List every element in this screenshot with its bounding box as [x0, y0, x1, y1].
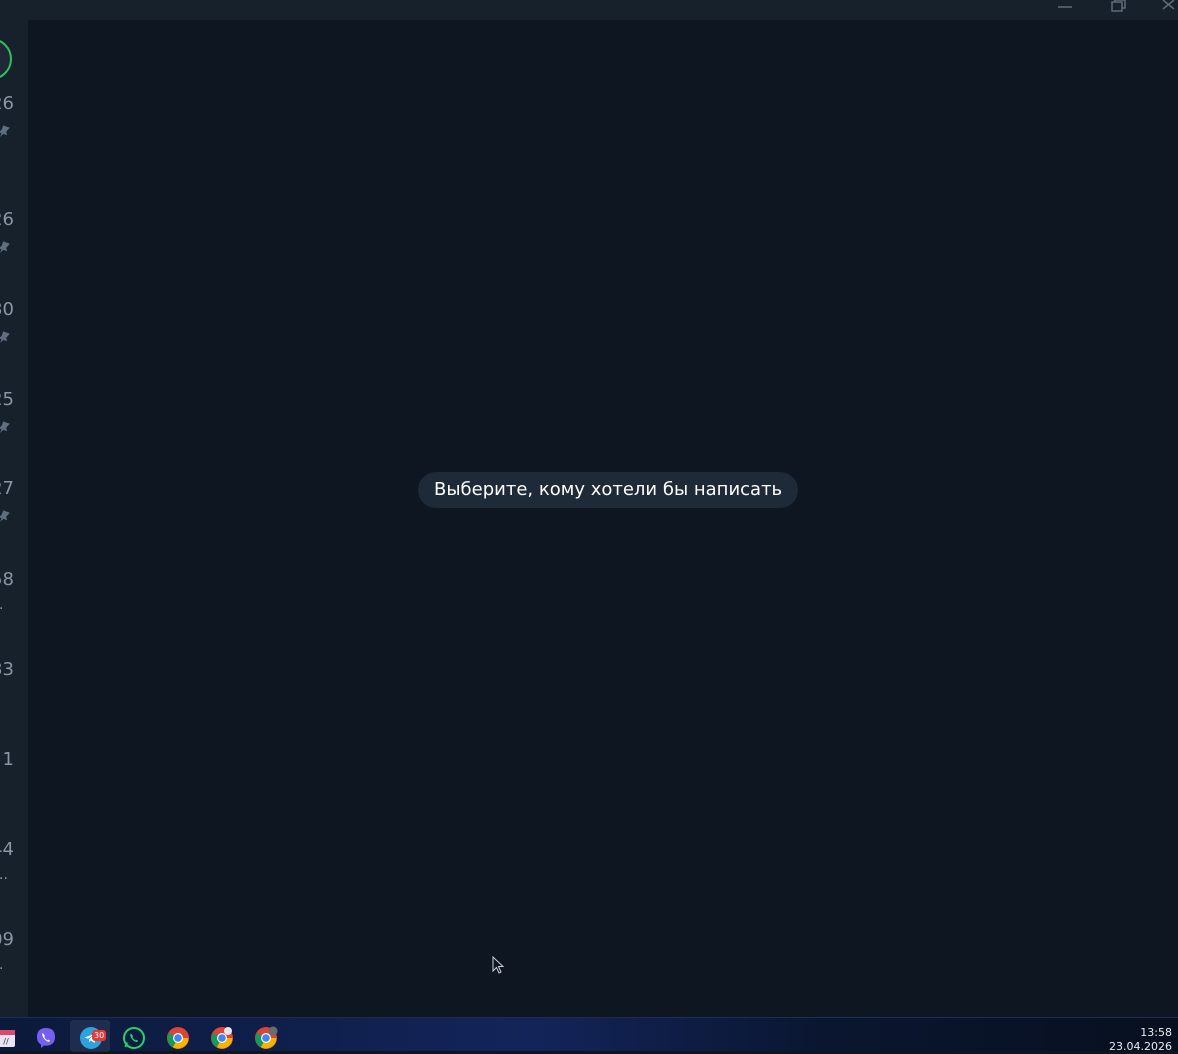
chat-list-item[interactable]: 25: [0, 389, 28, 469]
chat-list-item[interactable]: 1: [0, 749, 28, 829]
chat-preview: .: [0, 957, 3, 973]
pin-icon: [0, 241, 10, 253]
chat-preview: ..: [0, 867, 8, 883]
minimize-icon: [1058, 6, 1072, 8]
svg-text://: //: [3, 1037, 9, 1046]
pin-icon: [0, 331, 10, 343]
empty-state-message: Выберите, кому хотели бы написать: [418, 472, 799, 508]
pin-icon: [0, 510, 10, 522]
chat-list-item[interactable]: 33: [0, 659, 28, 739]
chat-list-item[interactable]: 27: [0, 478, 28, 558]
chrome-profile-icon[interactable]: [210, 1026, 234, 1050]
chat-time: 44: [0, 839, 14, 860]
system-clock[interactable]: 13:58 23.04.2026: [1109, 1026, 1172, 1054]
clock-date: 23.04.2026: [1109, 1040, 1172, 1053]
chat-list-item[interactable]: 44..: [0, 839, 28, 919]
chat-time: 30: [0, 299, 14, 320]
pin-icon: [0, 421, 10, 433]
close-icon: [1162, 0, 1175, 10]
chat-preview: .: [0, 597, 3, 613]
chat-list-item[interactable]: 58.: [0, 569, 28, 649]
pin-icon: [0, 125, 10, 137]
viber-icon[interactable]: [34, 1026, 58, 1050]
chat-list-item[interactable]: 26: [0, 93, 28, 173]
chat-time: 26: [0, 93, 14, 114]
chat-time: 58: [0, 569, 14, 590]
chat-time: 33: [0, 659, 14, 680]
chat-time: 25: [0, 389, 14, 410]
chat-area: Выберите, кому хотели бы написать: [28, 20, 1178, 1017]
minimize-button[interactable]: [1050, 0, 1080, 14]
chat-list-item[interactable]: 09.: [0, 929, 28, 1009]
close-button[interactable]: [1154, 0, 1178, 14]
taskbar: // 30 13:58 23.04.2026: [0, 1017, 1178, 1054]
unread-badge: 30: [92, 1030, 107, 1041]
chrome-icon[interactable]: [166, 1026, 190, 1050]
title-bar: [0, 0, 1178, 20]
whatsapp-icon[interactable]: [122, 1026, 146, 1050]
calendar-app-icon[interactable]: //: [0, 1026, 18, 1050]
mouse-cursor-icon: [492, 956, 505, 974]
clock-time: 13:58: [1140, 1026, 1172, 1039]
chat-time: 1: [2, 749, 14, 770]
chat-list-item[interactable]: 30: [0, 299, 28, 379]
chat-time: 26: [0, 209, 14, 230]
chat-list-item[interactable]: 26: [0, 209, 28, 289]
restore-button[interactable]: [1103, 0, 1133, 14]
avatar[interactable]: [0, 38, 12, 80]
chat-list-sidebar: 262630252758.33144..09.: [0, 20, 28, 1017]
restore-icon: [1111, 0, 1126, 12]
chat-time: 09: [0, 929, 14, 950]
chat-time: 27: [0, 478, 14, 499]
telegram-window: 262630252758.33144..09. Выберите, кому х…: [0, 0, 1178, 1017]
chrome-profile-icon[interactable]: [254, 1026, 278, 1050]
